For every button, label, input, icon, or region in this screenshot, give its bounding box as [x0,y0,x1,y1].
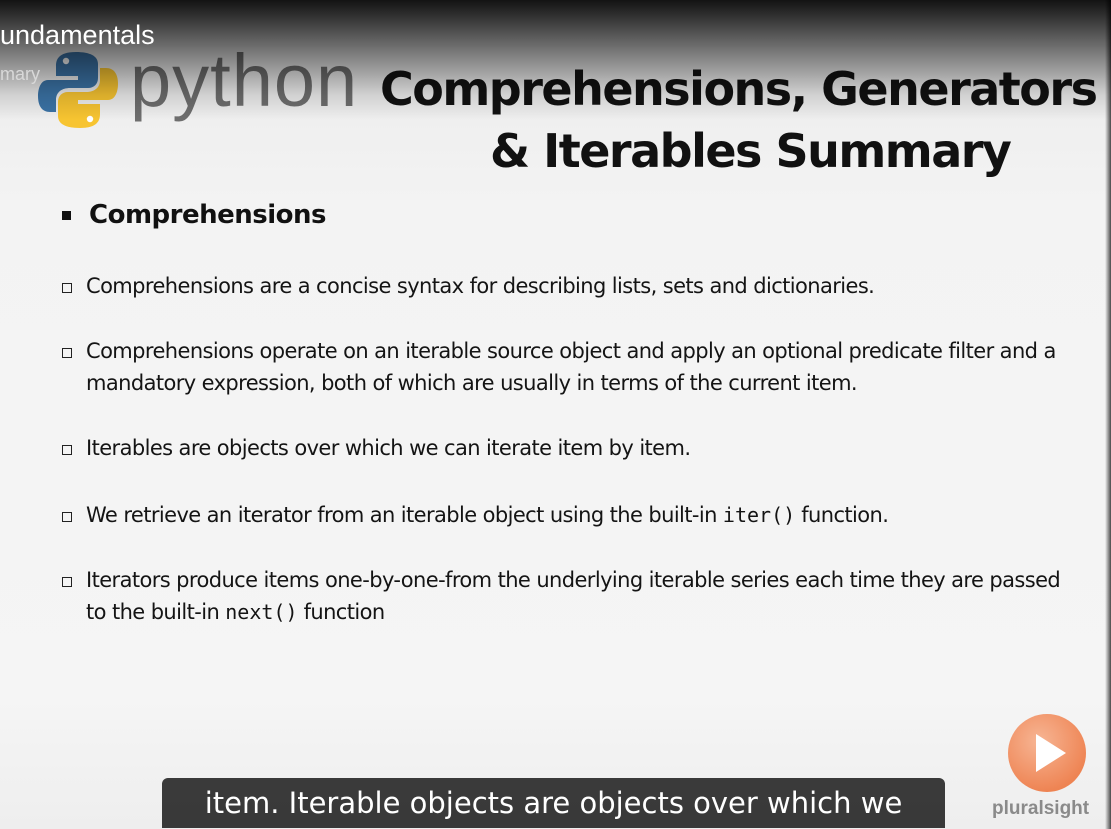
bullet-item: Comprehensions are a concise syntax for … [62,270,1062,302]
pluralsight-logo: pluralsight [992,798,1090,819]
bullet-text: Comprehensions operate on an iterable so… [86,339,1056,395]
bullet-item: We retrieve an iterator from an iterable… [62,499,1062,531]
slide-title-line-2: & Iterables Summary [490,124,1012,178]
hollow-square-bullet-icon [62,512,72,522]
section-heading-text: Comprehensions [89,200,327,230]
bullet-code: next() [225,600,298,624]
play-icon[interactable] [1006,712,1088,794]
bullet-item: Iterables are objects over which we can … [62,432,1062,464]
hollow-square-bullet-icon [62,348,72,358]
bullet-item: Comprehensions operate on an iterable so… [62,335,1062,399]
bullet-list: Comprehensions are a concise syntax for … [62,270,1062,628]
bullet-text: Comprehensions are a concise syntax for … [86,274,875,298]
hollow-square-bullet-icon [62,445,72,455]
course-title: undamentals [0,20,155,50]
section-heading: Comprehensions [62,200,327,230]
bullet-code: iter() [722,503,796,527]
subtitle-caption: item. Iterable objects are objects over … [162,778,945,828]
bullet-text: function [297,600,386,624]
bullet-text: function. [795,503,889,527]
bullet-item: Iterators produce items one-by-one-from … [62,564,1062,628]
module-title: mary [0,64,40,84]
player-edge-shadow [1105,0,1111,829]
bullet-text: Iterables are objects over which we can … [86,436,691,460]
hollow-square-bullet-icon [62,577,72,587]
slide: python Comprehensions, Generators & Iter… [0,0,1111,829]
python-logo-icon [38,52,118,128]
bullet-text: We retrieve an iterator from an iterable… [86,503,723,527]
hollow-square-bullet-icon [62,283,72,293]
python-wordmark: python [130,39,359,122]
slide-title-line-1: Comprehensions, Generators [380,62,1098,116]
slide-title: Comprehensions, Generators & Iterables S… [380,58,1098,182]
filled-square-bullet-icon [62,210,71,220]
